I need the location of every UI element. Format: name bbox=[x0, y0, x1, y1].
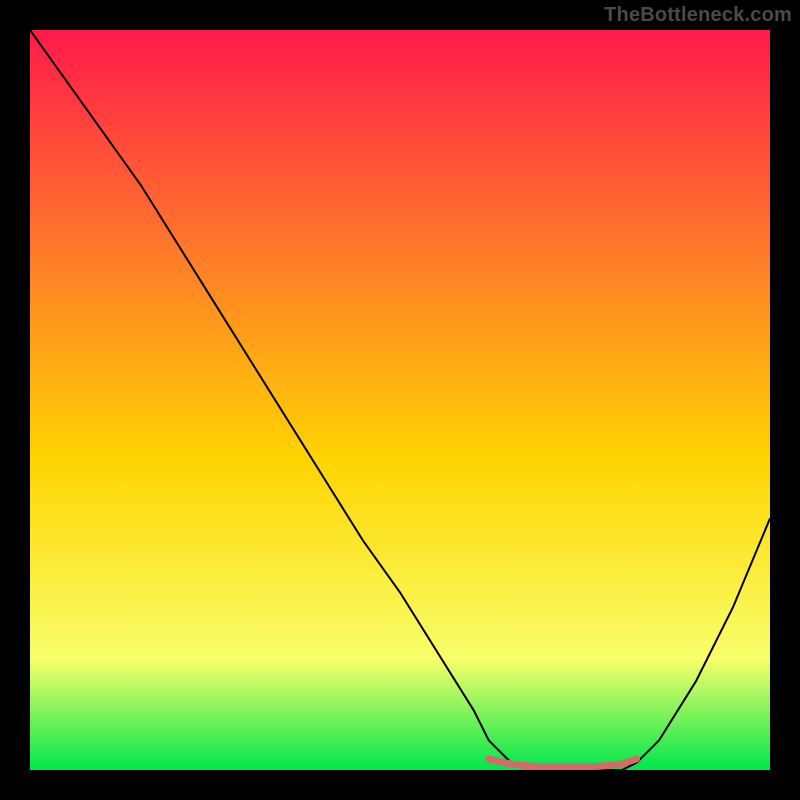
gradient-background bbox=[30, 30, 770, 770]
bottleneck-chart bbox=[30, 30, 770, 770]
chart-container: TheBottleneck.com bbox=[0, 0, 800, 800]
watermark-text: TheBottleneck.com bbox=[604, 4, 792, 27]
